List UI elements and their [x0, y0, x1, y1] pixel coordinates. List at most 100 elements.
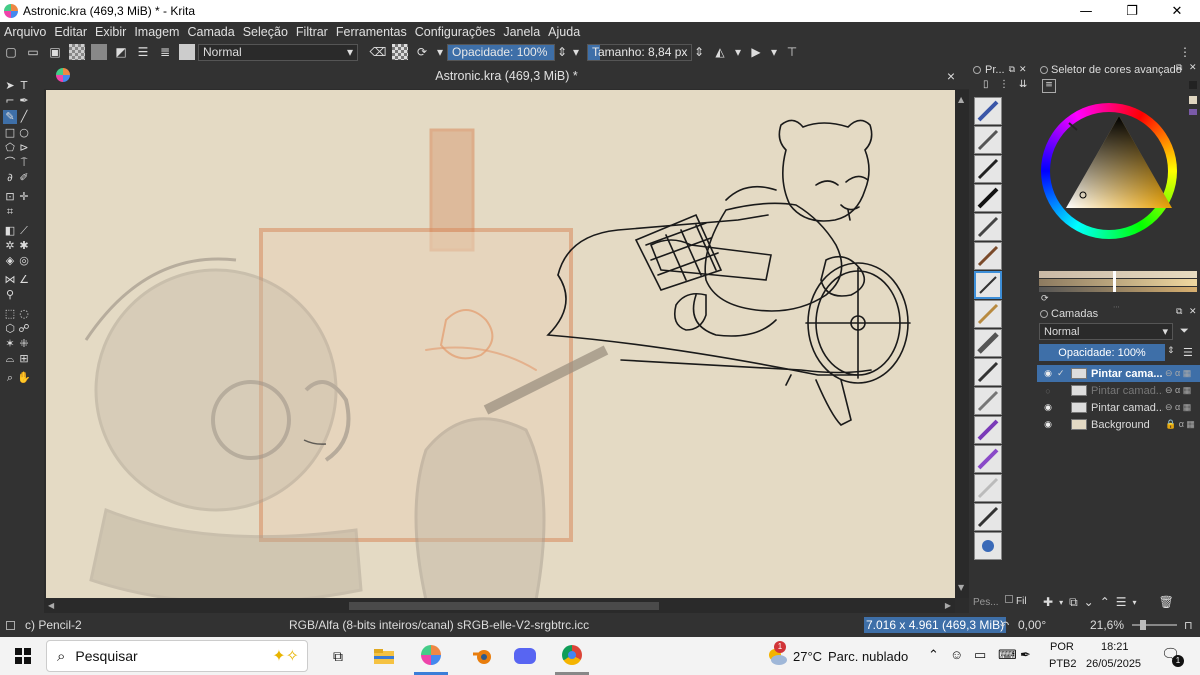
contiguous-select-icon[interactable]: ✶	[3, 337, 17, 351]
color-history-strip-3[interactable]	[1039, 287, 1197, 292]
edit-shapes-icon[interactable]: ⌐	[3, 94, 17, 108]
move-layer-up-icon[interactable]: ⌃	[1100, 595, 1110, 609]
menu-ajuda[interactable]: Ajuda	[548, 25, 580, 39]
crop-tool-icon[interactable]: ⌗	[3, 205, 17, 219]
brush-preset-12[interactable]	[974, 416, 1002, 444]
close-window-button[interactable]: ✕	[1154, 0, 1200, 22]
brush-preset-2[interactable]	[974, 126, 1002, 154]
polygon-tool-icon[interactable]: ⬠	[3, 141, 17, 155]
mirror-horizontal-icon[interactable]: ◭	[712, 44, 728, 60]
panel-lock-icon[interactable]	[1040, 66, 1048, 74]
brush-search-input[interactable]: Pes...	[973, 597, 999, 608]
chevron-down-icon[interactable]: ▾	[770, 44, 778, 60]
menu-exibir[interactable]: Exibir	[95, 25, 126, 39]
size-slider[interactable]: Tamanho: 8,84 px	[587, 43, 692, 61]
line-tool-icon[interactable]: ╱	[17, 110, 31, 124]
brush-preset-6[interactable]	[974, 242, 1002, 270]
reference-images-icon[interactable]: ⚲	[3, 288, 17, 302]
color-history-strip-2[interactable]	[1039, 279, 1197, 286]
menu-ferramentas[interactable]: Ferramentas	[336, 25, 407, 39]
color-history-strip-1[interactable]	[1039, 271, 1197, 278]
discord-icon[interactable]	[508, 637, 542, 675]
bezier-tool-icon[interactable]: ⌒	[3, 156, 17, 170]
layer-blend-mode-select[interactable]: Normal ▾	[1039, 323, 1173, 340]
fg-bg-color-icon[interactable]: ◩	[113, 44, 129, 60]
layer-visibility-icon[interactable]: ◉	[1041, 368, 1055, 379]
scroll-left-icon[interactable]: ◀	[48, 601, 54, 610]
panel-float-icon[interactable]: ⧉	[1009, 65, 1015, 75]
bezier-select-icon[interactable]: ⌓	[3, 352, 17, 366]
ellipse-select-icon[interactable]: ◌	[17, 307, 31, 321]
clock-time[interactable]: 18:21	[1101, 641, 1129, 653]
multibrush-icon[interactable]: ✐	[17, 171, 31, 185]
toolbar-overflow-icon[interactable]: ⋮	[1177, 44, 1193, 60]
menu-camada[interactable]: Camada	[187, 25, 234, 39]
color-picker-icon[interactable]: ⟋	[17, 224, 31, 238]
horizontal-scroll-thumb[interactable]	[349, 602, 659, 610]
size-spin-icon[interactable]: ⇕	[694, 44, 704, 60]
zoom-tool-icon[interactable]: ⌕	[3, 371, 17, 385]
mirror-vertical-icon[interactable]: ▶	[748, 44, 764, 60]
blend-mode-select[interactable]: Normal ▾	[198, 43, 358, 61]
color-slider-handle[interactable]	[1113, 271, 1116, 292]
menu-selecao[interactable]: Seleção	[243, 25, 288, 39]
layer-visibility-icon[interactable]: ◉	[1041, 419, 1055, 430]
windows-start-icon[interactable]	[10, 637, 36, 675]
transform-tool-icon[interactable]: ⊡	[3, 190, 17, 204]
clock-date[interactable]: 26/05/2025	[1086, 658, 1141, 670]
chevron-down-icon[interactable]: ▾	[734, 44, 742, 60]
layer-select-checkbox[interactable]: ✓	[1057, 368, 1067, 379]
panel-lock-icon[interactable]	[973, 66, 981, 74]
brush-preset-3[interactable]	[974, 155, 1002, 183]
open-document-icon[interactable]: ▭	[25, 44, 41, 60]
menu-janela[interactable]: Janela	[503, 25, 540, 39]
eraser-mode-icon[interactable]: ⌫	[370, 44, 387, 60]
similar-select-icon[interactable]: ⁜	[17, 337, 31, 351]
layer-view-options-icon[interactable]: ☰	[1183, 346, 1193, 359]
drawing-canvas[interactable]	[46, 90, 955, 598]
close-document-icon[interactable]: ×	[947, 68, 955, 84]
brush-preset-11[interactable]	[974, 387, 1002, 415]
preserve-alpha-icon[interactable]	[392, 44, 408, 60]
enclose-fill-icon[interactable]: ◎	[17, 254, 31, 268]
panel-lock-icon[interactable]	[1040, 310, 1048, 318]
opacity-slider[interactable]: Opacidade: 100%	[447, 43, 555, 61]
brush-preset-7-selected[interactable]	[974, 271, 1002, 299]
layer-lock-alpha-icons[interactable]: ⊖ α ▦	[1165, 385, 1191, 396]
ellipse-tool-icon[interactable]: ○	[17, 126, 31, 140]
layer-visibility-icon[interactable]: ◉	[1041, 402, 1055, 413]
search-options-checkbox[interactable]	[1005, 595, 1013, 603]
reset-colors-icon[interactable]: ⟳	[1041, 294, 1049, 304]
rotation-icon[interactable]: ↶	[1000, 619, 1009, 632]
layer-row[interactable]: ○ Pintar camad... ⊖ α ▦	[1037, 382, 1200, 399]
menu-filtrar[interactable]: Filtrar	[296, 25, 328, 39]
layer-lock-alpha-icons[interactable]: ⊖ α ▦	[1165, 402, 1191, 413]
panel-float-icon[interactable]: ⧉	[1176, 63, 1182, 73]
panel-float-icon[interactable]: ⧉	[1176, 307, 1182, 317]
pen-tray-icon[interactable]: ✒	[1020, 647, 1031, 663]
rotation-value[interactable]: 0,00°	[1018, 618, 1046, 632]
scroll-up-icon[interactable]: ▲	[958, 96, 966, 104]
scroll-down-icon[interactable]: ▼	[958, 584, 966, 592]
brush-preset-14[interactable]	[974, 474, 1002, 502]
saturation-value-triangle[interactable]	[1041, 103, 1177, 239]
recent-color-swatch[interactable]	[1189, 109, 1197, 115]
show-hidden-icons-icon[interactable]: ⌃	[928, 647, 939, 663]
panel-close-icon[interactable]: ✕	[1189, 307, 1197, 317]
hue-ring[interactable]	[1041, 103, 1177, 239]
brush-preset-13[interactable]	[974, 445, 1002, 473]
chrome-icon[interactable]	[555, 637, 589, 675]
wrap-around-icon[interactable]: ⊤	[784, 44, 800, 60]
gradient-tool-icon[interactable]: ◧	[3, 224, 17, 238]
chevron-down-icon[interactable]: ▾	[436, 44, 444, 60]
pan-tool-icon[interactable]: ✋	[17, 371, 31, 385]
freehand-select-icon[interactable]: ☍	[17, 322, 31, 336]
document-tab[interactable]: Astronic.kra (469,3 MiB) * ×	[44, 63, 969, 89]
import-icon[interactable]: ⇊	[1019, 79, 1027, 90]
opacity-spin-icon[interactable]: ⇕	[557, 44, 567, 60]
scroll-right-icon[interactable]: ▶	[945, 601, 951, 610]
assistant-tool-icon[interactable]: ⋈	[3, 273, 17, 287]
layer-opacity-slider[interactable]: Opacidade: 100%	[1039, 344, 1165, 361]
splitter-handle-icon[interactable]: ⋯	[1113, 303, 1120, 311]
brush-preset-5[interactable]	[974, 213, 1002, 241]
